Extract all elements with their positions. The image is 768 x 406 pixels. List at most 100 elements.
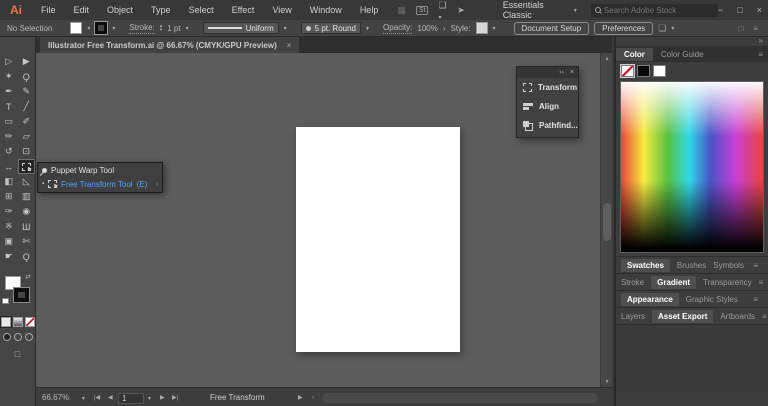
style-chevron-icon[interactable]: ▾ [493, 25, 496, 32]
tab-asset-export[interactable]: Asset Export [652, 309, 714, 323]
swap-fill-stroke-icon[interactable]: ⇄ [25, 273, 31, 281]
stroke-weight-stepper[interactable]: ▴ ▾ [160, 24, 163, 33]
zoom-chevron-icon[interactable]: ▾ [82, 395, 85, 402]
panel-menu-icon[interactable]: ≡ [759, 278, 764, 287]
line-segment-tool-button[interactable]: ╱ [18, 99, 36, 114]
first-artboard-icon[interactable]: |◀ [94, 394, 100, 401]
transform-panel-tab[interactable]: Transform [517, 78, 578, 97]
artboard-tool-button[interactable]: ▣ [0, 234, 18, 249]
opacity-more-icon[interactable]: › [443, 24, 446, 33]
fill-color-swatch[interactable] [70, 22, 83, 34]
gradient-tool-button[interactable]: ▥ [18, 189, 36, 204]
gradient-mode-button[interactable] [12, 317, 23, 327]
collapse-panel-icon[interactable]: ›› [559, 69, 564, 76]
mesh-tool-button[interactable]: ⊞ [0, 189, 18, 204]
stroke-weight-label[interactable]: Stroke: [129, 23, 155, 34]
brush-chevron-icon[interactable]: ▾ [366, 25, 369, 32]
fullscreen-icon[interactable]: □ [738, 24, 743, 33]
last-artboard-icon[interactable]: ▶| [172, 394, 178, 401]
color-spectrum-picker[interactable] [620, 81, 764, 253]
pathfinder-panel-tab[interactable]: Pathfind... [517, 116, 578, 135]
opacity-label[interactable]: Opacity: [383, 23, 413, 34]
white-swatch[interactable] [653, 65, 666, 77]
menu-file[interactable]: File [32, 5, 65, 15]
slice-tool-button[interactable]: ✄ [18, 234, 36, 249]
blend-tool-button[interactable]: ◉ [18, 204, 36, 219]
share-icon[interactable]: ➤ [457, 5, 465, 16]
menu-select[interactable]: Select [180, 5, 223, 15]
direct-selection-tool-button[interactable]: ▶ [18, 54, 36, 69]
color-mode-button[interactable] [0, 317, 11, 327]
tab-stroke[interactable]: Stroke [621, 278, 644, 287]
zoom-level-value[interactable]: 66.67% [42, 393, 69, 402]
workspace-switcher-icon[interactable]: ❏ ▾ [438, 0, 447, 21]
workspace-selector[interactable]: Essentials Classic ▾ [503, 0, 577, 20]
symbol-sprayer-tool-button[interactable]: ※ [0, 219, 18, 234]
close-button[interactable]: × [757, 5, 762, 15]
document-setup-button[interactable]: Document Setup [513, 21, 590, 35]
tab-symbols[interactable]: Symbols [713, 261, 744, 270]
next-artboard-icon[interactable]: ▶ [160, 394, 165, 401]
vertical-scrollbar[interactable]: ▴ ▾ [600, 53, 612, 387]
curvature-tool-button[interactable]: ✎ [18, 84, 36, 99]
rotate-tool-button[interactable]: ↺ [0, 144, 18, 159]
scroll-up-icon[interactable]: ▴ [601, 55, 613, 62]
restore-button[interactable]: □ [737, 5, 742, 15]
default-fill-stroke-icon[interactable] [2, 298, 9, 304]
tab-layers[interactable]: Layers [621, 312, 645, 321]
draw-inside-button[interactable] [24, 333, 33, 341]
hand-tool-button[interactable]: ☛ [0, 249, 18, 264]
eraser-tool-button[interactable]: ▱ [18, 129, 36, 144]
adobe-stock-icon[interactable]: St [415, 5, 429, 15]
flyout-item-puppet-warp[interactable]: Puppet Warp Tool [38, 163, 162, 177]
tab-appearance[interactable]: Appearance [621, 292, 679, 306]
artboard-chevron-icon[interactable]: ▾ [148, 395, 151, 402]
tab-brushes[interactable]: Brushes [677, 261, 706, 270]
panel-menu-icon[interactable]: ≡ [758, 50, 763, 59]
scroll-down-icon[interactable]: ▾ [601, 378, 613, 385]
tab-swatches[interactable]: Swatches [621, 258, 670, 272]
artboard[interactable] [296, 127, 460, 352]
style-swatch[interactable] [475, 22, 488, 34]
stroke-weight-chevron-icon[interactable]: ▾ [186, 25, 189, 32]
prev-artboard-icon[interactable]: ◀ [108, 394, 113, 401]
menu-effect[interactable]: Effect [223, 5, 264, 15]
change-screen-mode-button[interactable]: □ [0, 349, 35, 359]
artboard-number-field[interactable] [118, 393, 144, 404]
options-chevron-icon[interactable]: ▾ [671, 25, 674, 32]
stroke-weight-value[interactable]: 1 pt [167, 24, 180, 33]
perspective-grid-tool-button[interactable]: ◺ [18, 174, 36, 189]
panel-menu-icon[interactable]: ≡ [753, 295, 758, 304]
eyedropper-tool-button[interactable]: ✑ [0, 204, 18, 219]
stroke-chevron-icon[interactable]: ▾ [112, 25, 115, 32]
menu-help[interactable]: Help [351, 5, 388, 15]
menu-type[interactable]: Type [142, 5, 180, 15]
document-tab[interactable]: Illustrator Free Transform.ai @ 66.67% (… [40, 37, 300, 53]
horizontal-scrollbar[interactable] [322, 393, 598, 403]
type-tool-button[interactable]: T [0, 99, 18, 114]
shape-builder-tool-button[interactable]: ◧ [0, 174, 18, 189]
search-input[interactable] [603, 5, 714, 15]
pencil-tool-button[interactable]: ✏ [0, 129, 18, 144]
stroke-color-swatch[interactable] [95, 22, 108, 34]
preferences-button[interactable]: Preferences [594, 21, 654, 35]
width-profile-chevron-icon[interactable]: ▾ [284, 25, 287, 32]
vertical-scroll-thumb[interactable] [603, 203, 611, 241]
panel-menu-icon[interactable]: ≡ [762, 312, 767, 321]
stock-search-box[interactable] [590, 3, 719, 17]
tab-gradient[interactable]: Gradient [651, 275, 697, 289]
scroll-left-icon[interactable]: ‹ [312, 394, 314, 401]
align-panel-tab[interactable]: Align [517, 97, 578, 116]
scale-tool-button[interactable]: ⊡ [18, 144, 36, 159]
width-tool-button[interactable]: ↔ [0, 159, 18, 174]
tab-color-guide[interactable]: Color Guide [653, 48, 712, 61]
opacity-value[interactable]: 100% [417, 24, 437, 33]
canvas-area[interactable]: Puppet Warp Tool ▪ Free Transform Tool (… [36, 53, 600, 387]
tab-close-icon[interactable]: × [287, 41, 292, 50]
panel-list-icon[interactable]: ≡ [753, 24, 758, 33]
brush-definition-select[interactable]: 5 pt. Round [300, 22, 362, 34]
tab-color[interactable]: Color [616, 47, 653, 61]
zoom-tool-button[interactable]: Ǫ [18, 249, 36, 264]
black-swatch[interactable] [637, 65, 650, 77]
flyout-item-free-transform[interactable]: ▪ Free Transform Tool (E) › [38, 177, 162, 191]
